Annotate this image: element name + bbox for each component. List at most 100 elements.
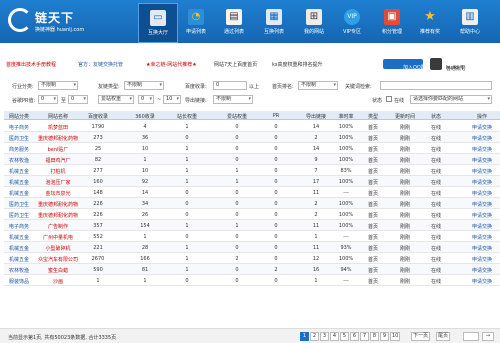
notice-link[interactable]: 首度推出技术手册教程 [6, 61, 56, 68]
cell-cat[interactable]: 机械五金 [4, 245, 34, 252]
cell-cat[interactable]: 机械五金 [4, 179, 34, 186]
page-number-button[interactable]: 8 [370, 332, 379, 341]
cell-cat[interactable]: 机械五金 [4, 190, 34, 197]
cell-op[interactable]: 申请交换 [464, 179, 500, 186]
nav-exchange-hall[interactable]: ▭ 互换大厅 [138, 3, 178, 43]
page-number-button[interactable]: 2 [310, 332, 319, 341]
cell-cat[interactable]: 农林牧渔 [4, 157, 34, 164]
cell-name[interactable]: 沙画 [36, 278, 80, 285]
page-number-button[interactable]: 6 [350, 332, 359, 341]
cell-cat[interactable]: 医药卫生 [4, 212, 34, 219]
cell-cat[interactable]: 农林牧渔 [4, 267, 34, 274]
cell-name[interactable]: 凯梦蓝田 [36, 124, 80, 131]
cell-cat[interactable]: 机械五金 [4, 234, 34, 241]
page-number-button[interactable]: 9 [380, 332, 389, 341]
baidu-min-input[interactable]: 0 [213, 81, 247, 90]
col-header[interactable]: 网站分类 [4, 113, 34, 120]
col-header[interactable]: 操作 [464, 113, 500, 120]
cell-op[interactable]: 申请交换 [464, 168, 500, 175]
cell-name[interactable]: 众宝汽车有限公司 [36, 256, 80, 263]
cell-name[interactable]: beni贴厂 [36, 146, 80, 153]
col-header[interactable]: 类型 [361, 113, 385, 120]
col-header[interactable]: PR [266, 113, 286, 119]
cell-op[interactable]: 申请交换 [464, 278, 500, 285]
cell-cat[interactable]: 电子商务 [4, 223, 34, 230]
avatar[interactable] [430, 58, 442, 70]
page-number-button[interactable]: 5 [340, 332, 349, 341]
cell-op[interactable]: 申请交换 [464, 201, 500, 208]
cell-cat[interactable]: 机械五金 [4, 256, 34, 263]
weight-min-select[interactable]: 0 [138, 95, 154, 104]
col-header[interactable]: 站长权重 [172, 113, 202, 120]
page-number-button[interactable]: 4 [330, 332, 339, 341]
cell-name[interactable]: 福田鸡汽厂 [36, 157, 80, 164]
nav-vip[interactable]: VIP VIP专区 [332, 3, 372, 43]
page-number-button[interactable]: 3 [320, 332, 329, 341]
next-page-button[interactable]: 下一页 [411, 332, 431, 341]
col-header[interactable]: 百度收录 [82, 113, 114, 120]
page-number-button[interactable]: 1 [300, 332, 309, 341]
nav-points[interactable]: ▣ 积分管理 [372, 3, 412, 43]
col-header[interactable]: 爱站权重 [222, 113, 252, 120]
cell-name[interactable]: 重庆德邦耐化药物 [36, 212, 80, 219]
cell-cat[interactable]: 医药卫生 [4, 201, 34, 208]
col-header[interactable]: 导出链接 [300, 113, 332, 120]
notice-link[interactable]: ks高度权重和排名提升 [272, 61, 323, 68]
page-number-button[interactable]: 7 [360, 332, 369, 341]
cell-name[interactable]: 重庆德邦耐化药物 [36, 135, 80, 142]
cell-name[interactable]: 泡泡压厂家 [36, 179, 80, 186]
cell-op[interactable]: 申请交换 [464, 124, 500, 131]
notice-link[interactable]: 网站7天上百度首页 [214, 61, 257, 68]
industry-select[interactable]: 不限制 [38, 81, 78, 90]
keyword-input[interactable] [380, 81, 492, 90]
col-header[interactable]: 准时率 [334, 113, 358, 120]
cell-op[interactable]: 申请交换 [464, 245, 500, 252]
cell-op[interactable]: 申请交换 [464, 267, 500, 274]
cell-cat[interactable]: 电子商务 [4, 124, 34, 131]
col-header[interactable]: 网站名称 [36, 113, 80, 120]
nav-apply-list[interactable]: ◔ 申请列表 [176, 3, 216, 43]
cell-op[interactable]: 申请交换 [464, 135, 500, 142]
cell-name[interactable]: 广州中量机电 [36, 234, 80, 241]
cell-op[interactable]: 申请交换 [464, 190, 500, 197]
page-jump-input[interactable] [463, 332, 479, 341]
cell-name[interactable]: 打桩机 [36, 168, 80, 175]
col-header[interactable]: 更新时间 [389, 113, 421, 120]
notice-link[interactable]: ★幸之链-网站代推荐★ [146, 61, 197, 68]
join-qq-group-button[interactable]: 加入QQ群 [383, 59, 426, 71]
cell-name[interactable]: 广告制作 [36, 223, 80, 230]
col-header[interactable]: 360收录 [130, 113, 160, 120]
cell-cat[interactable]: 服装饰品 [4, 278, 34, 285]
online-checkbox[interactable] [386, 96, 392, 102]
pr-min-select[interactable]: 0 [38, 95, 58, 104]
weight-type-select[interactable]: 爱站权重 [98, 95, 134, 104]
cell-cat[interactable]: 机械五金 [4, 168, 34, 175]
page-number-button[interactable]: 10 [390, 332, 401, 341]
nav-my-sites[interactable]: ⊞ 我的网站 [294, 3, 334, 43]
weight-max-select[interactable]: 10 [163, 95, 181, 104]
nav-help[interactable]: ▥ 帮助中心 [450, 3, 490, 43]
nav-passed-list[interactable]: ▤ 通过列表 [214, 3, 254, 43]
cell-cat[interactable]: 医药卫生 [4, 135, 34, 142]
cell-name[interactable]: 小型破碎机 [36, 245, 80, 252]
cell-op[interactable]: 申请交换 [464, 256, 500, 263]
site-logo[interactable]: 链天下 换链神器 huanlj.com [8, 6, 103, 38]
cell-op[interactable]: 申请交换 [464, 234, 500, 241]
cell-name[interactable]: 蜜生白蜡 [36, 267, 80, 274]
site-type-select[interactable]: 不限制 [124, 81, 164, 90]
cell-name[interactable]: 重庆德邦耐化药物 [36, 201, 80, 208]
last-page-button[interactable]: 尾页 [436, 332, 451, 341]
cell-op[interactable]: 申请交换 [464, 157, 500, 164]
cell-op[interactable]: 申请交换 [464, 146, 500, 153]
export-select[interactable]: 不限制 [213, 95, 253, 104]
col-header[interactable]: 状态 [424, 113, 448, 120]
page-go-button[interactable]: → [482, 332, 494, 341]
nav-referral[interactable]: ★ 推荐有奖 [410, 3, 450, 43]
notice-link[interactable]: 官方：友链交换托管 [78, 61, 123, 68]
nav-exchange-list[interactable]: ▦ 互换列表 [254, 3, 294, 43]
ranking-select[interactable]: 不限制 [298, 81, 338, 90]
cell-name[interactable]: 金坛市泉光 [36, 190, 80, 197]
cell-op[interactable]: 申请交换 [464, 212, 500, 219]
pr-max-select[interactable]: 0 [68, 95, 88, 104]
cell-cat[interactable]: 商务服务 [4, 146, 34, 153]
